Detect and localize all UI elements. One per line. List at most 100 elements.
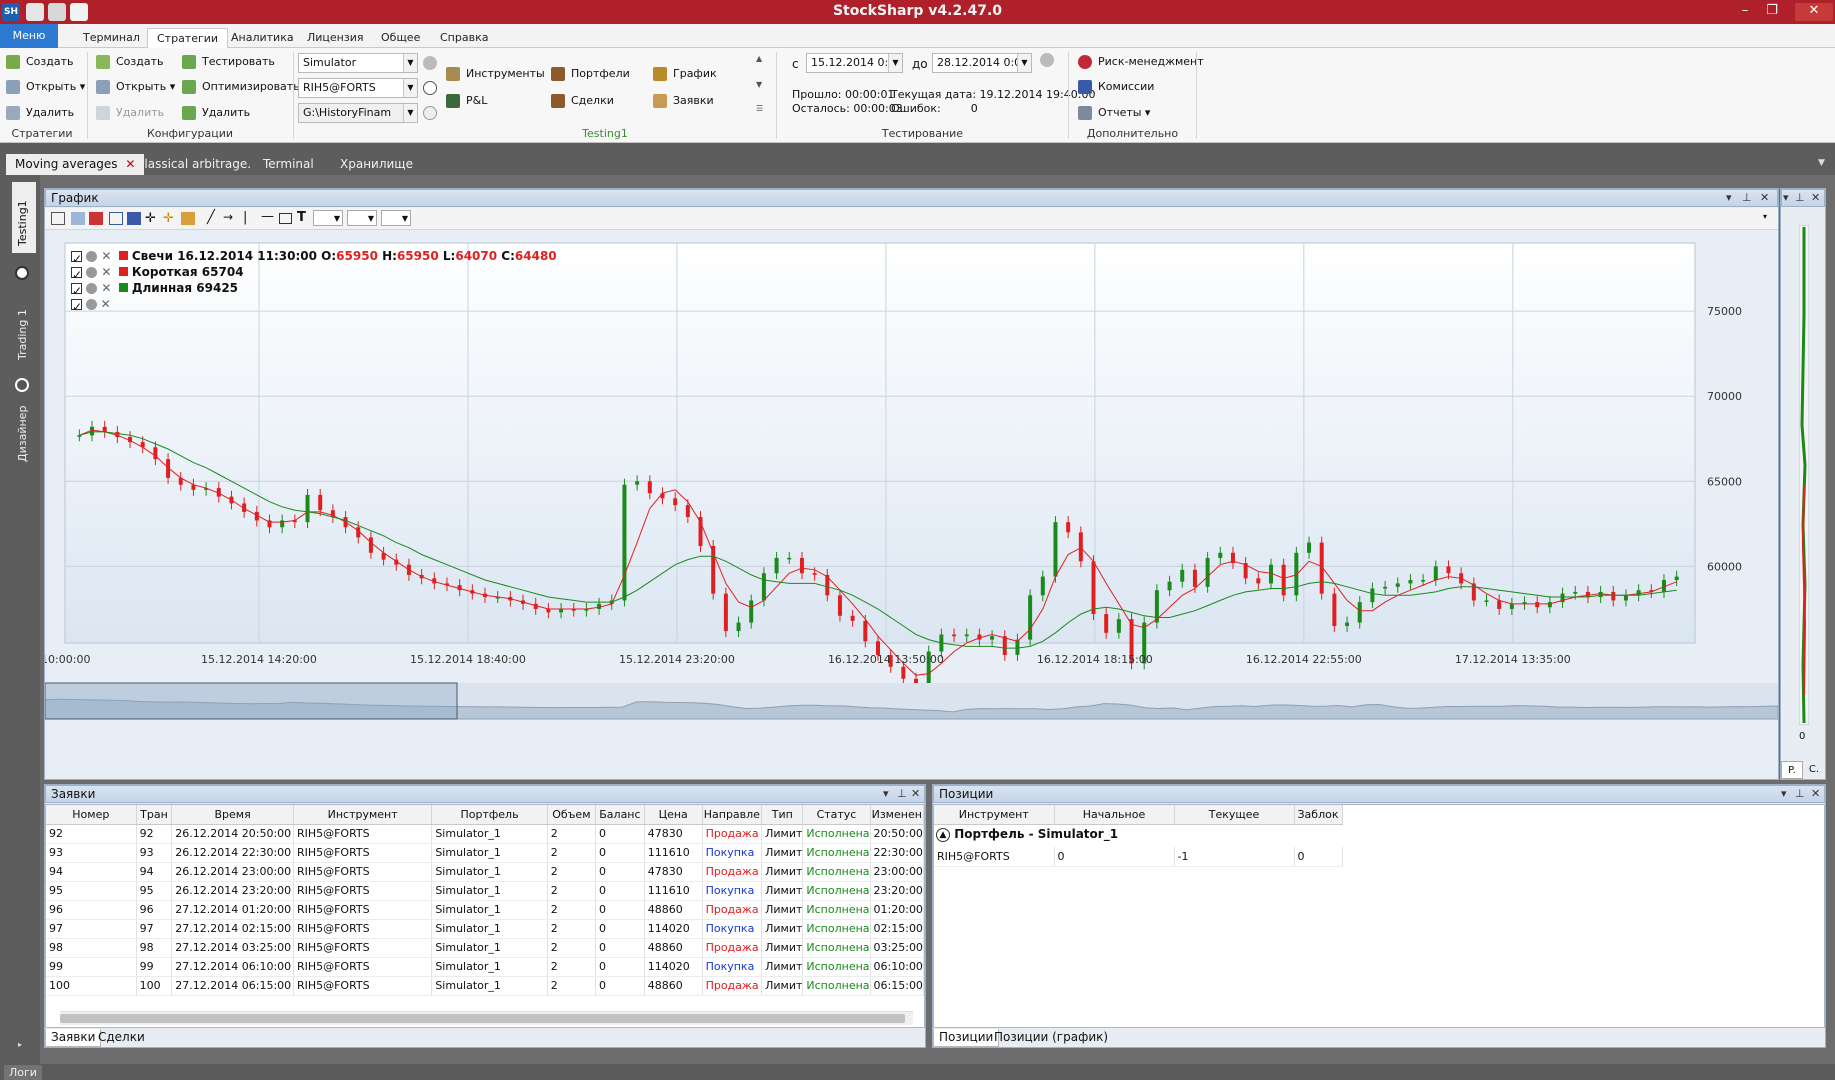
close-panel-icon[interactable]: ✕	[1760, 189, 1769, 206]
legend-checkbox[interactable]: ✓	[71, 251, 82, 266]
tab-terminal[interactable]: Терминал	[74, 28, 149, 48]
connector-select[interactable]: Simulator ▼	[298, 53, 418, 73]
table-row[interactable]: 100 100 27.12.2014 06:15:00 RIH5@FORTS Simul…	[46, 976, 924, 996]
pin-icon[interactable]: ⊥	[1795, 785, 1805, 802]
legend-settings-gear-icon[interactable]	[86, 267, 98, 278]
hline-draw-icon[interactable]: —	[261, 209, 274, 224]
tab-general[interactable]: Общее	[372, 28, 429, 48]
table-row[interactable]: 99 99 27.12.2014 06:10:00 RIH5@FORTS Simulat…	[46, 957, 924, 977]
orders-grid[interactable]: Номер Тран Время Инструмент Портфель Объем Бал…	[45, 804, 925, 1028]
crosshair-icon[interactable]: ✛	[145, 211, 156, 226]
close-panel-icon[interactable]: ✕	[1811, 189, 1820, 206]
chart-button[interactable]: График	[651, 64, 717, 84]
save-chart-icon[interactable]: ▼	[347, 210, 377, 226]
trend-line-icon[interactable]: ╱	[207, 210, 215, 225]
securities-button[interactable]: Инструменты	[444, 64, 545, 84]
panel-menu-icon[interactable]: ▾	[1783, 189, 1789, 206]
table-row[interactable]: 98 98 27.12.2014 03:25:00 RIH5@FORTS Simulat…	[46, 938, 924, 958]
table-row[interactable]: 94 94 26.12.2014 23:00:00 RIH5@FORTS Simulat…	[46, 862, 924, 882]
tab-c[interactable]: C.	[1803, 761, 1825, 779]
legend-checkbox[interactable]: ✓	[71, 267, 82, 282]
delete-run-button[interactable]: Удалить	[180, 103, 250, 123]
panel-menu-icon[interactable]: ▾	[1781, 785, 1787, 802]
tab-license[interactable]: Лицензия	[298, 28, 372, 48]
side-tab-testing1[interactable]: Testing1	[16, 200, 29, 246]
select-tool-icon[interactable]	[71, 212, 85, 225]
pin-icon[interactable]: ⊥	[1795, 189, 1805, 206]
vertical-line-icon[interactable]: |	[243, 210, 247, 225]
scrollbar-thumb[interactable]	[60, 1014, 905, 1023]
trades-button[interactable]: Сделки	[549, 91, 614, 111]
portfolios-button[interactable]: Портфели	[549, 64, 630, 84]
collapse-icon[interactable]: ▲	[936, 827, 950, 842]
tab-p[interactable]: P.	[1781, 761, 1803, 779]
panel-menu-icon[interactable]: ▾	[883, 785, 889, 802]
settings-gear-icon[interactable]	[1040, 53, 1054, 67]
legend-checkbox[interactable]: ✓	[71, 299, 82, 314]
navigator-selection[interactable]	[45, 682, 458, 720]
pin-icon[interactable]: ⊥	[897, 785, 907, 802]
restore-icon[interactable]: ❐	[1760, 3, 1784, 21]
ray-icon[interactable]: →	[223, 210, 233, 224]
close-panel-icon[interactable]: ✕	[911, 785, 920, 802]
security-select[interactable]: RIH5@FORTS ▼	[298, 78, 418, 98]
tab-analytics[interactable]: Аналитика	[222, 28, 303, 48]
side-tab-designer[interactable]: Дизайнер	[16, 406, 29, 462]
close-icon[interactable]: ✕	[1795, 3, 1833, 21]
create-strategy-button[interactable]: Создать	[4, 52, 74, 72]
chevron-down-icon[interactable]: ▼	[888, 54, 902, 72]
open-strategy-button[interactable]: Открыть ▾	[4, 77, 85, 97]
positions-grid[interactable]: Инструмент Начальное Текущее Заблок ▲ Портф…	[933, 804, 1825, 1028]
gallery-more-icon[interactable]: ☰	[756, 104, 763, 113]
minimize-icon[interactable]: –	[1733, 3, 1757, 21]
chevron-down-icon[interactable]: ▼	[403, 54, 417, 72]
table-row[interactable]: 96 96 27.12.2014 01:20:00 RIH5@FORTS Simulat…	[46, 900, 924, 920]
chart-area-icon[interactable]	[51, 212, 65, 225]
doc-tab-terminal[interactable]: Terminal	[254, 154, 323, 175]
legend-remove-icon[interactable]: ✕	[101, 281, 111, 295]
legend-remove-icon[interactable]: ✕	[101, 297, 111, 311]
doc-tab-classical-arbitrage[interactable]: Classical arbitrage.	[127, 154, 260, 175]
to-date-picker[interactable]: 28.12.2014 0:00 ▼	[932, 53, 1032, 73]
chevron-down-icon[interactable]: ▼	[1017, 54, 1031, 72]
legend-remove-icon[interactable]: ✕	[101, 265, 111, 279]
legend-checkbox[interactable]: ✓	[71, 283, 82, 298]
pin-icon[interactable]: ⊥	[1742, 189, 1752, 206]
table-row[interactable]: 95 95 26.12.2014 23:20:00 RIH5@FORTS Simulat…	[46, 881, 924, 901]
pan-icon[interactable]: ✛	[163, 211, 174, 226]
pnl-button[interactable]: P&L	[444, 91, 487, 111]
table-row[interactable]: 92 92 26.12.2014 20:50:00 RIH5@FORTS Simulat…	[46, 824, 924, 844]
volume-icon[interactable]	[181, 212, 195, 225]
portfolio-group-row[interactable]: ▲ Портфель - Simulator_1	[936, 827, 1118, 845]
chevron-down-icon[interactable]: ▼	[403, 104, 417, 122]
test-button[interactable]: Тестировать	[180, 52, 275, 72]
storage-path-select[interactable]: G:\HistoryFinam ▼	[298, 103, 418, 123]
tab-trades[interactable]: Сделки	[93, 1029, 150, 1047]
risk-management-button[interactable]: Риск-менеджмент	[1076, 52, 1204, 72]
chevron-down-icon[interactable]: ▼	[403, 79, 417, 97]
rectangle-icon[interactable]	[279, 213, 292, 224]
from-date-picker[interactable]: 15.12.2014 0:00 ▼	[806, 53, 903, 73]
tab-strategies[interactable]: Стратегии	[147, 28, 229, 48]
text-tool-icon[interactable]: T	[297, 210, 306, 225]
play-icon[interactable]	[423, 81, 437, 95]
orders-button[interactable]: Заявки	[651, 91, 714, 111]
create-config-button[interactable]: Создать	[94, 52, 164, 72]
delete-config-button[interactable]: Удалить	[94, 103, 164, 123]
horizontal-line-icon[interactable]	[127, 212, 141, 225]
gallery-up-icon[interactable]: ▲	[756, 54, 762, 63]
table-row[interactable]: RIH5@FORTS 0 -1 0	[934, 847, 1343, 867]
close-panel-icon[interactable]: ✕	[1811, 785, 1820, 802]
tabs-overflow-icon[interactable]: ▼	[1818, 158, 1825, 168]
logs-tab[interactable]: Логи	[4, 1065, 42, 1080]
settings-gear-icon[interactable]	[423, 56, 437, 70]
legend-settings-gear-icon[interactable]	[85, 299, 97, 310]
side-strip-arrow-icon[interactable]: ▸	[18, 1040, 22, 1049]
side-tab-trading1[interactable]: Trading 1	[16, 309, 29, 360]
toolbar-overflow-icon[interactable]: ▾	[1763, 212, 1767, 221]
doc-tab-moving-averages[interactable]: Moving averages ✕	[6, 154, 145, 175]
horizontal-scrollbar[interactable]	[60, 1011, 913, 1025]
tab-positions-chart[interactable]: Позиции (график)	[989, 1029, 1113, 1047]
legend-remove-icon[interactable]: ✕	[101, 249, 111, 263]
legend-icon[interactable]	[109, 212, 123, 225]
